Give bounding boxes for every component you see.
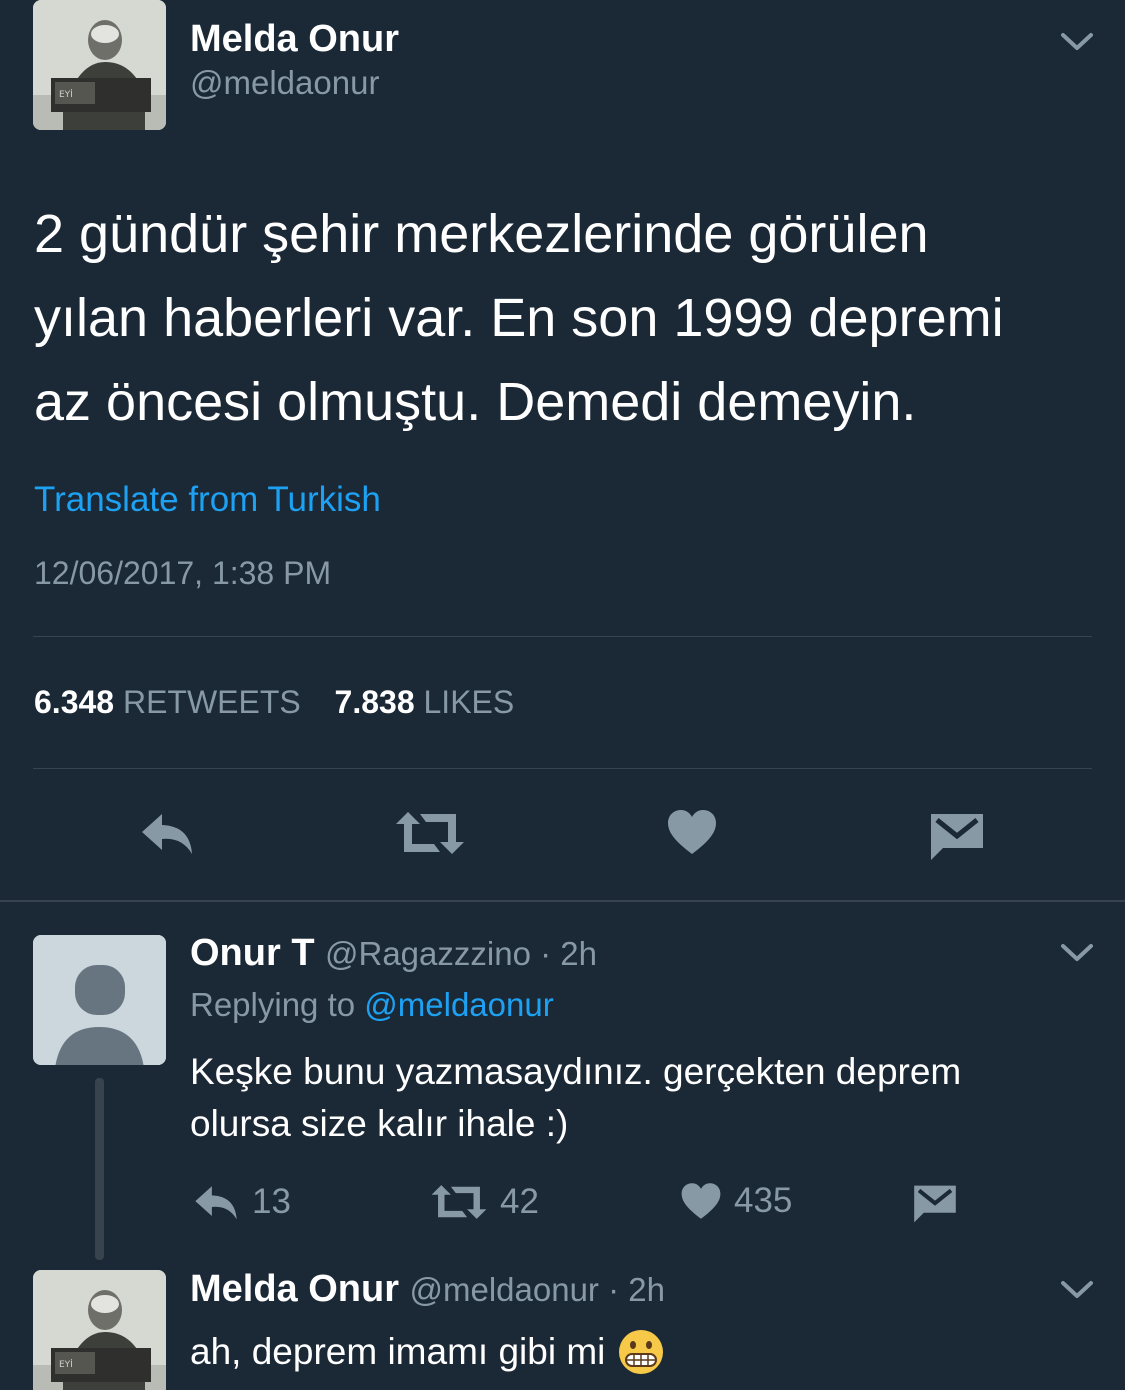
dm-icon[interactable] xyxy=(912,1184,958,1224)
reply-text: ah, deprem imamı gibi mi xyxy=(190,1328,665,1376)
reply-author-name[interactable]: Melda Onur xyxy=(190,1268,399,1310)
dm-icon[interactable] xyxy=(929,812,985,862)
like-count: 7.838 xyxy=(334,684,415,720)
thread-line xyxy=(95,1078,104,1260)
reply-retweet-action[interactable]: 42 xyxy=(430,1182,539,1222)
reply-icon[interactable] xyxy=(138,810,196,856)
reply-header: Onur T @Ragazzzino · 2h xyxy=(190,932,597,975)
divider xyxy=(33,768,1092,769)
chevron-down-icon[interactable] xyxy=(1060,943,1094,963)
tweet-timestamp: 12/06/2017, 1:38 PM xyxy=(34,555,332,591)
reply-avatar[interactable]: EYİ xyxy=(33,1270,166,1390)
reply-author-name[interactable]: Onur T xyxy=(190,932,315,974)
author-handle[interactable]: @meldaonur xyxy=(190,64,379,102)
retweet-icon xyxy=(431,1185,487,1219)
author-photo: EYİ xyxy=(33,0,166,130)
svg-text:EYİ: EYİ xyxy=(59,1359,73,1370)
like-stat[interactable]: 7.838 LIKES xyxy=(335,684,515,720)
author-photo: EYİ xyxy=(33,1270,166,1390)
engagement-stats: 6.348 RETWEETS 7.838 LIKES xyxy=(34,684,514,721)
replying-prefix: Replying to xyxy=(190,986,356,1023)
reply-time: 2h xyxy=(560,935,597,972)
retweet-label: RETWEETS xyxy=(122,684,301,720)
replying-handle[interactable]: @meldaonur xyxy=(364,986,553,1023)
reply-header: Melda Onur @meldaonur · 2h xyxy=(190,1268,665,1311)
reply-time: 2h xyxy=(628,1271,665,1308)
reply-avatar[interactable] xyxy=(33,935,166,1065)
tweet-text-line: az öncesi olmuştu. Demedi demeyin. xyxy=(34,372,917,432)
tweet-text-line: yılan haberleri var. En son 1999 depremi xyxy=(34,288,1004,348)
retweet-count: 42 xyxy=(500,1182,539,1221)
author-name[interactable]: Melda Onur xyxy=(190,18,399,61)
reply-reply-action[interactable]: 13 xyxy=(192,1182,291,1222)
retweet-count: 6.348 xyxy=(34,684,115,720)
reply-author-handle[interactable]: @Ragazzzino xyxy=(325,935,531,972)
chevron-down-icon[interactable] xyxy=(1060,1280,1094,1300)
chevron-down-icon[interactable] xyxy=(1060,32,1094,52)
heart-icon[interactable] xyxy=(666,808,718,856)
retweet-icon[interactable] xyxy=(394,810,466,856)
svg-text:EYİ: EYİ xyxy=(59,89,73,100)
replying-to: Replying to @meldaonur xyxy=(190,986,554,1024)
reply-text-line: olursa size kalır ihale :) xyxy=(190,1103,569,1144)
translate-link[interactable]: Translate from Turkish xyxy=(34,480,381,520)
reply-icon xyxy=(195,1186,237,1220)
author-avatar[interactable]: EYİ xyxy=(33,0,166,130)
heart-icon xyxy=(681,1183,721,1219)
reply-text-line: Keşke bunu yazmasaydınız. gerçekten depr… xyxy=(190,1051,962,1092)
reply-author-handle[interactable]: @meldaonur xyxy=(409,1271,598,1308)
reply-text-line: ah, deprem imamı gibi mi xyxy=(190,1331,606,1372)
reply-count: 13 xyxy=(252,1182,291,1221)
tweet-text: 2 gündür şehir merkezlerinde görülen yıl… xyxy=(34,192,1004,444)
separator: · xyxy=(530,935,561,972)
separator: · xyxy=(598,1271,629,1308)
default-avatar-icon xyxy=(33,935,166,1065)
reply-like-action[interactable]: 435 xyxy=(680,1181,792,1221)
section-divider xyxy=(0,900,1125,902)
tweet-text-line: 2 gündür şehir merkezlerinde görülen xyxy=(34,204,929,264)
retweet-stat[interactable]: 6.348 RETWEETS xyxy=(34,684,310,720)
reply-text: Keşke bunu yazmasaydınız. gerçekten depr… xyxy=(190,1046,961,1150)
divider xyxy=(33,636,1092,637)
grimacing-face-emoji-icon xyxy=(619,1330,664,1374)
like-label: LIKES xyxy=(423,684,515,720)
like-count: 435 xyxy=(734,1181,793,1220)
